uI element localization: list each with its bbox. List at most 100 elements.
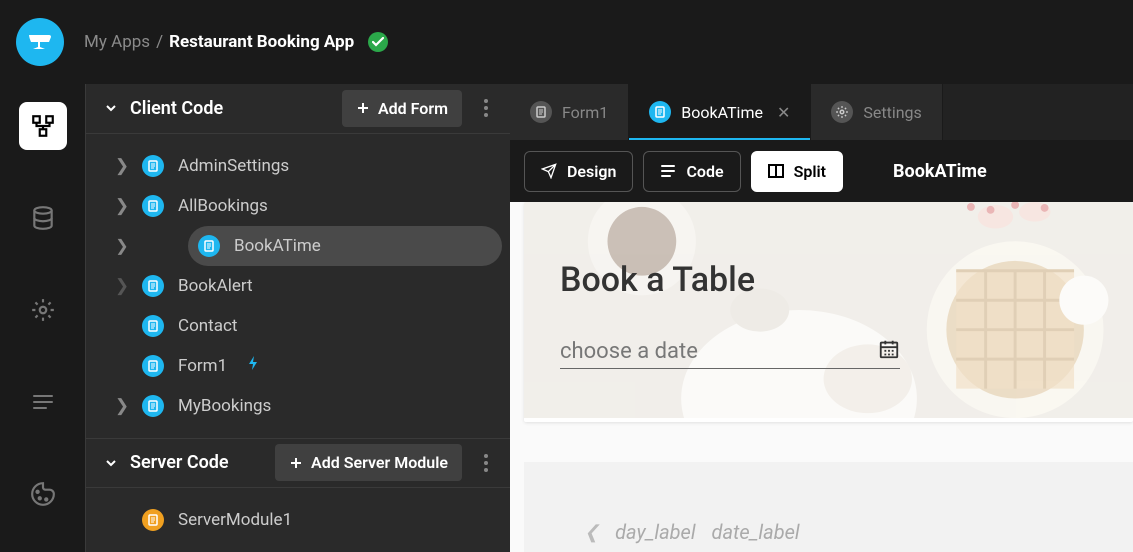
- form-icon: [198, 235, 220, 257]
- design-button[interactable]: Design: [524, 151, 633, 192]
- gear-icon: [831, 101, 853, 123]
- client-more-button[interactable]: [474, 99, 498, 117]
- tree-item-form1[interactable]: Form1: [86, 346, 510, 386]
- chevron-right-icon: ❯: [116, 276, 128, 296]
- date-label-placeholder[interactable]: date_label: [712, 520, 800, 544]
- tree-item-contact[interactable]: Contact: [86, 306, 510, 346]
- tree-item-label: BookAlert: [178, 276, 253, 296]
- tree-item-adminsettings[interactable]: ❯ AdminSettings: [86, 146, 510, 186]
- client-tree: ❯ AdminSettings ❯ AllBookings ❯ BookATim…: [86, 134, 510, 438]
- book-table-card[interactable]: Book a Table choose a date: [524, 202, 1133, 422]
- split-label: Split: [794, 162, 826, 181]
- code-button[interactable]: Code: [643, 151, 740, 192]
- nav-database[interactable]: [19, 194, 67, 242]
- tree-item-label: Form1: [178, 356, 227, 376]
- close-icon[interactable]: ✕: [777, 103, 790, 122]
- tree-item-label: AllBookings: [178, 196, 268, 216]
- tree-item-label: AdminSettings: [178, 156, 289, 176]
- add-form-button[interactable]: Add Form: [342, 90, 462, 127]
- server-code-title: Server Code: [130, 452, 263, 473]
- anvil-logo[interactable]: [16, 18, 64, 66]
- tree-item-servermodule1[interactable]: ServerModule1: [86, 500, 510, 540]
- split-icon: [768, 164, 784, 178]
- client-code-header: Client Code Add Form: [86, 84, 510, 134]
- tree-item-mybookings[interactable]: ❯ MyBookings: [86, 386, 510, 426]
- gear-icon: [30, 297, 56, 323]
- editor-tabs: Form1 BookATime ✕ Settings: [510, 84, 1133, 140]
- anvil-icon: [27, 33, 53, 51]
- repeating-panel-row[interactable]: ❮ day_label date_label: [524, 462, 1133, 552]
- code-sidebar: Client Code Add Form ❯ AdminSettings ❯ A…: [85, 84, 510, 552]
- design-canvas[interactable]: Book a Table choose a date ❮ day_label d…: [510, 202, 1133, 552]
- add-server-module-button[interactable]: Add Server Module: [275, 444, 462, 481]
- module-icon: [142, 509, 164, 531]
- chevron-right-icon: ❯: [116, 396, 128, 416]
- nav-code-explorer[interactable]: [19, 102, 67, 150]
- chevron-right-icon: ❯: [116, 156, 128, 176]
- tree-item-bookatime[interactable]: BookATime: [188, 226, 502, 266]
- tree-item-label: BookATime: [234, 236, 321, 256]
- form-icon: [142, 155, 164, 177]
- palette-icon: [30, 481, 56, 507]
- form-icon: [142, 275, 164, 297]
- chevron-left-icon[interactable]: ❮: [584, 522, 599, 543]
- form-icon: [530, 101, 552, 123]
- nav-logs[interactable]: [19, 378, 67, 426]
- chevron-right-icon: ❯: [116, 196, 128, 216]
- form-icon: [142, 355, 164, 377]
- tree-item-allbookings[interactable]: ❯ AllBookings: [86, 186, 510, 226]
- add-form-label: Add Form: [378, 99, 448, 118]
- tab-label: BookATime: [681, 103, 763, 122]
- plus-icon: [356, 101, 370, 115]
- more-vertical-icon: [484, 99, 488, 117]
- code-label: Code: [686, 162, 723, 181]
- form-icon: [142, 395, 164, 417]
- plus-icon: [289, 456, 303, 470]
- breadcrumb-separator: /: [156, 32, 163, 52]
- chevron-down-icon[interactable]: [104, 456, 118, 470]
- tab-label: Settings: [863, 103, 921, 122]
- server-more-button[interactable]: [474, 454, 498, 472]
- chevron-right-icon: ❯: [86, 236, 128, 255]
- split-button[interactable]: Split: [751, 151, 843, 192]
- breadcrumb-current[interactable]: Restaurant Booking App: [169, 32, 354, 52]
- tree-item-bookalert[interactable]: ❯ BookAlert: [86, 266, 510, 306]
- date-picker[interactable]: choose a date: [560, 338, 900, 369]
- breadcrumb-prev[interactable]: My Apps: [84, 32, 150, 52]
- client-code-title: Client Code: [130, 98, 330, 119]
- tree-item-label: Contact: [178, 316, 237, 336]
- tab-settings[interactable]: Settings: [811, 84, 942, 140]
- chevron-down-icon[interactable]: [104, 101, 118, 115]
- server-tree: ServerModule1: [86, 488, 510, 552]
- app-header: My Apps / Restaurant Booking App: [0, 0, 1133, 84]
- tab-bookatime[interactable]: BookATime ✕: [629, 84, 811, 140]
- tab-form1[interactable]: Form1: [510, 84, 629, 140]
- check-icon: [372, 37, 384, 47]
- calendar-icon[interactable]: [878, 338, 900, 364]
- bolt-icon: [247, 355, 259, 376]
- lines-icon: [30, 392, 56, 412]
- list-icon: [660, 164, 676, 178]
- date-placeholder: choose a date: [560, 339, 878, 364]
- card-title[interactable]: Book a Table: [560, 260, 1097, 300]
- form-icon: [142, 195, 164, 217]
- nav-theme[interactable]: [19, 470, 67, 518]
- more-vertical-icon: [484, 454, 488, 472]
- nav-settings[interactable]: [19, 286, 67, 334]
- day-label-placeholder[interactable]: day_label: [615, 520, 695, 544]
- form-icon: [649, 101, 671, 123]
- nav-rail: [0, 84, 85, 552]
- current-form-name: BookATime: [893, 161, 987, 182]
- tree-item-label: MyBookings: [178, 396, 271, 416]
- add-server-label: Add Server Module: [311, 453, 448, 472]
- editor-area: Form1 BookATime ✕ Settings Design Code: [510, 84, 1133, 552]
- tree-item-label: ServerModule1: [178, 510, 292, 530]
- tab-label: Form1: [562, 103, 608, 122]
- design-label: Design: [567, 162, 616, 181]
- database-icon: [30, 205, 56, 231]
- tree-icon: [30, 113, 56, 139]
- server-code-header: Server Code Add Server Module: [86, 438, 510, 488]
- view-toolbar: Design Code Split BookATime: [510, 140, 1133, 202]
- paper-plane-icon: [541, 163, 557, 179]
- status-ok-badge: [368, 32, 388, 52]
